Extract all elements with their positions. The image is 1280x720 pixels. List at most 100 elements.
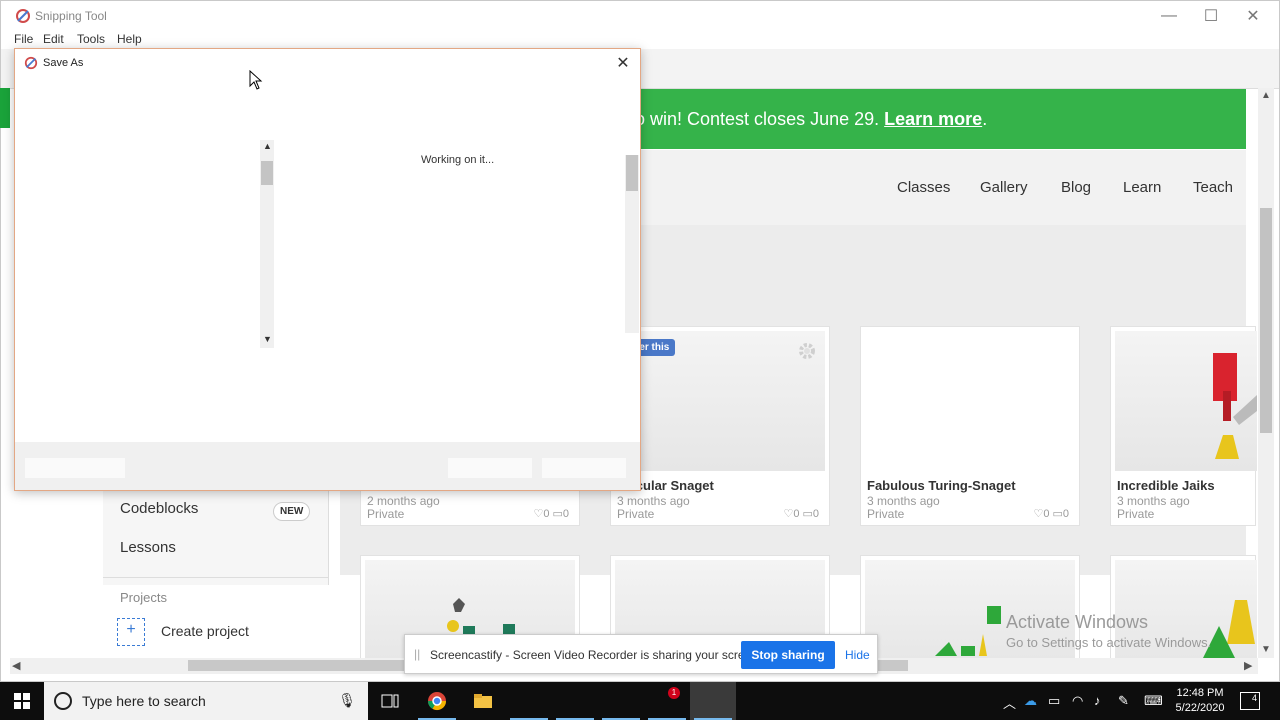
menu-edit[interactable]: Edit [43, 32, 64, 46]
save-button-placeholder[interactable] [448, 458, 532, 478]
project-card[interactable]: Incredible Jaiks 3 months ago Private [1110, 326, 1257, 526]
project-thumbnail [865, 331, 1075, 471]
scroll-up-icon[interactable]: ▲ [263, 141, 272, 151]
stop-sharing-button[interactable]: Stop sharing [741, 641, 835, 669]
scroll-down-icon[interactable]: ▼ [1261, 644, 1271, 655]
scroll-left-icon[interactable]: ◀ [12, 659, 20, 672]
clock-date: 5/22/2020 [1175, 702, 1225, 714]
menu-tools[interactable]: Tools [77, 32, 105, 46]
chrome-icon[interactable] [414, 682, 460, 720]
sidebar-item-codeblocks[interactable]: Codeblocks [120, 500, 198, 517]
drag-grip-icon[interactable]: || [414, 647, 420, 661]
system-clock[interactable]: 12:48 PM 5/22/2020 [1170, 686, 1230, 716]
create-project-link[interactable]: Create project [161, 623, 249, 639]
project-date: 3 months ago [617, 494, 690, 508]
sidebar-divider [103, 577, 329, 578]
file-list-scrollbar[interactable] [625, 155, 639, 333]
scrollbar-thumb[interactable] [626, 155, 638, 191]
project-stats: ♡0 ▭0 [783, 508, 819, 520]
project-privacy: Private [867, 507, 905, 521]
watermark-subtitle: Go to Settings to activate Windows. [1006, 635, 1212, 650]
action-center-icon[interactable]: 4 [1240, 692, 1260, 710]
banner-suffix: . [982, 108, 988, 129]
project-title: Fabulous Turing-Snaget [867, 478, 1016, 493]
snipping-tool-titlebar: Snipping Tool — ☐ ✕ [1, 1, 1280, 31]
snipping-tool-icon [16, 9, 30, 23]
project-stats: ♡0 ▭0 [1033, 508, 1069, 520]
nav-teach[interactable]: Teach [1193, 179, 1233, 196]
windows-start-icon[interactable] [14, 693, 30, 709]
snipping-tool-icon [24, 56, 38, 70]
folder-tree-scrollbar[interactable]: ▲ ▼ [260, 140, 274, 348]
hide-folders-placeholder[interactable] [25, 458, 125, 478]
cancel-button-placeholder[interactable] [542, 458, 626, 478]
taskbar-app[interactable] [506, 682, 552, 720]
pen-icon[interactable]: ✎ [1118, 693, 1129, 709]
onedrive-icon[interactable]: ☁ [1024, 693, 1037, 709]
scroll-right-icon[interactable]: ▶ [1244, 659, 1252, 672]
project-card[interactable]: ctacular Snaget 3 months ago Private ♡0 … [610, 326, 830, 526]
taskbar-search-box[interactable]: Type here to search 🎙 [44, 682, 368, 720]
dialog-title: Save As [43, 57, 84, 69]
gear-icon[interactable] [797, 341, 817, 361]
vertical-scrollbar[interactable]: ▲ ▼ [1258, 88, 1274, 658]
projects-heading: Projects [120, 590, 167, 605]
dialog-footer [15, 442, 640, 490]
contest-banner: to win! Contest closes June 29. Learn mo… [630, 89, 1246, 149]
task-view-icon[interactable] [367, 682, 413, 720]
menu-file[interactable]: File [14, 32, 33, 46]
window-title: Snipping Tool [35, 9, 107, 23]
banner-learn-more-link[interactable]: Learn more [884, 109, 982, 130]
hide-link[interactable]: Hide [845, 648, 870, 662]
nav-blog[interactable]: Blog [1061, 179, 1091, 196]
scroll-down-icon[interactable]: ▼ [263, 334, 272, 344]
green-strip [0, 88, 10, 128]
project-date: 2 months ago [367, 494, 440, 508]
minimize-button[interactable]: — [1147, 1, 1191, 31]
taskbar-app[interactable]: 1 [644, 682, 690, 720]
project-privacy: Private [1117, 507, 1155, 521]
sidebar-item-lessons[interactable]: Lessons [120, 539, 176, 556]
wifi-icon[interactable]: ◠ [1072, 693, 1083, 709]
activate-windows-watermark: Activate Windows Go to Settings to activ… [1006, 612, 1211, 650]
project-stats: ♡0 ▭0 [533, 508, 569, 520]
banner-text: to win! Contest closes June 29. [630, 108, 880, 129]
menu-help[interactable]: Help [117, 32, 142, 46]
cortana-icon [54, 692, 72, 710]
project-thumbnail [1115, 331, 1257, 471]
project-privacy: Private [617, 507, 655, 521]
microphone-icon[interactable]: 🎙 [338, 692, 356, 709]
new-badge: NEW [273, 502, 311, 521]
scroll-up-icon[interactable]: ▲ [1261, 90, 1271, 101]
taskbar-app[interactable] [552, 682, 598, 720]
mouse-cursor-icon [249, 70, 263, 90]
dialog-close-icon[interactable]: ✕ [612, 52, 634, 74]
screencastify-share-bar: || Screencastify - Screen Video Recorder… [404, 634, 878, 674]
watermark-title: Activate Windows [1006, 612, 1149, 632]
volume-icon[interactable]: ♪ [1094, 693, 1101, 708]
nav-learn[interactable]: Learn [1123, 179, 1161, 196]
scrollbar-thumb[interactable] [1260, 208, 1272, 433]
project-date: 3 months ago [867, 494, 940, 508]
notification-badge: 1 [668, 687, 680, 699]
maximize-button[interactable]: ☐ [1189, 1, 1233, 31]
windows-taskbar: Type here to search 🎙 1 ︿ ☁ ▭ ◠ ♪ ✎ ⌨ 12… [0, 682, 1280, 720]
create-project-plus-icon[interactable]: + [117, 618, 145, 646]
nav-gallery[interactable]: Gallery [980, 179, 1028, 196]
show-hidden-icons-icon[interactable]: ︿ [1003, 693, 1016, 712]
loading-message: Working on it... [421, 154, 495, 166]
taskbar-app[interactable] [598, 682, 644, 720]
keyboard-icon[interactable]: ⌨ [1144, 693, 1163, 709]
project-date: 3 months ago [1117, 494, 1190, 508]
mailbox-model-icon [1213, 353, 1257, 459]
scrollbar-thumb[interactable] [261, 161, 273, 185]
battery-icon[interactable]: ▭ [1048, 693, 1060, 709]
clock-time: 12:48 PM [1176, 687, 1224, 699]
project-title: Incredible Jaiks [1117, 478, 1215, 493]
close-button[interactable]: ✕ [1231, 1, 1275, 31]
nav-classes[interactable]: Classes [897, 179, 950, 196]
file-explorer-icon[interactable] [460, 682, 506, 720]
project-card[interactable]: Fabulous Turing-Snaget 3 months ago Priv… [860, 326, 1080, 526]
snipping-tool-taskbar-icon[interactable] [690, 682, 736, 720]
project-privacy: Private [367, 507, 405, 521]
